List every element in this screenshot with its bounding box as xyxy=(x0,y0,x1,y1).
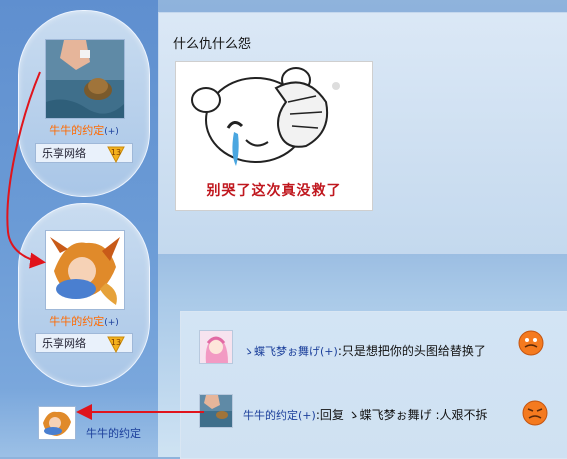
thread-post: 什么仇什么怨 别哭了这次真没救了 xyxy=(158,12,567,254)
comment-text-line: ゝ蝶飞梦ぉ舞げ(+):只是想把你的头图给替换了 xyxy=(243,342,486,359)
comment-body: :回复 ゝ蝶飞梦ぉ舞げ :人艰不拆 xyxy=(315,408,488,422)
small-user-avatar[interactable] xyxy=(38,406,76,440)
username-link[interactable]: 牛牛的约定(+) xyxy=(19,122,149,138)
emoji-face-icon xyxy=(518,330,544,356)
user-card-original: 牛牛的约定(+) 乐享网络 13 xyxy=(18,10,150,197)
username-text[interactable]: 牛牛的约定 xyxy=(49,124,104,137)
commenter-name-link[interactable]: ゝ蝶飞梦ぉ舞げ xyxy=(243,345,320,358)
comment-item: ゝ蝶飞梦ぉ舞げ(+):只是想把你的头图给替换了 xyxy=(181,328,567,368)
comment-body: :只是想把你的头图给替换了 xyxy=(337,344,486,358)
add-friend-icon[interactable]: (+) xyxy=(104,318,119,328)
emoji-face-icon xyxy=(522,400,548,426)
meme-caption: 别哭了这次真没救了 xyxy=(206,183,342,199)
level-badge-icon: 13 xyxy=(106,145,126,164)
level-number: 13 xyxy=(111,338,121,347)
commenter-name-link[interactable]: 牛牛的约定 xyxy=(243,409,298,422)
username-text[interactable]: 牛牛的约定 xyxy=(49,315,104,328)
commenter-avatar[interactable] xyxy=(199,394,233,428)
user-card-replaced: 牛牛的约定(+) 乐享网络 13 xyxy=(18,203,150,387)
level-badge-icon: 13 xyxy=(106,335,126,354)
level-label: 乐享网络 xyxy=(42,337,86,350)
add-friend-icon[interactable]: (+) xyxy=(320,345,338,358)
meme-image: 别哭了这次真没救了 xyxy=(175,61,373,211)
user-avatar[interactable] xyxy=(45,230,125,310)
level-box: 乐享网络 13 xyxy=(35,333,133,354)
add-friend-icon[interactable]: (+) xyxy=(104,127,119,137)
post-title: 什么仇什么怨 xyxy=(173,37,252,52)
add-friend-icon[interactable]: (+) xyxy=(298,409,316,422)
comment-text-line: 牛牛的约定(+):回复 ゝ蝶飞梦ぉ舞げ :人艰不拆 xyxy=(243,406,488,423)
level-number: 13 xyxy=(111,148,121,157)
comment-item: 牛牛的约定(+):回复 ゝ蝶飞梦ぉ舞げ :人艰不拆 xyxy=(181,392,567,432)
level-box: 乐享网络 13 xyxy=(35,143,133,164)
level-label: 乐享网络 xyxy=(42,147,86,160)
small-username-link[interactable]: 牛牛的约定 xyxy=(86,425,141,441)
comment-list: ゝ蝶飞梦ぉ舞げ(+):只是想把你的头图给替换了 牛牛的约定(+):回复 ゝ蝶飞梦… xyxy=(180,311,567,459)
username-link[interactable]: 牛牛的约定(+) xyxy=(19,313,149,329)
commenter-avatar[interactable] xyxy=(199,330,233,364)
user-avatar[interactable] xyxy=(45,39,125,119)
